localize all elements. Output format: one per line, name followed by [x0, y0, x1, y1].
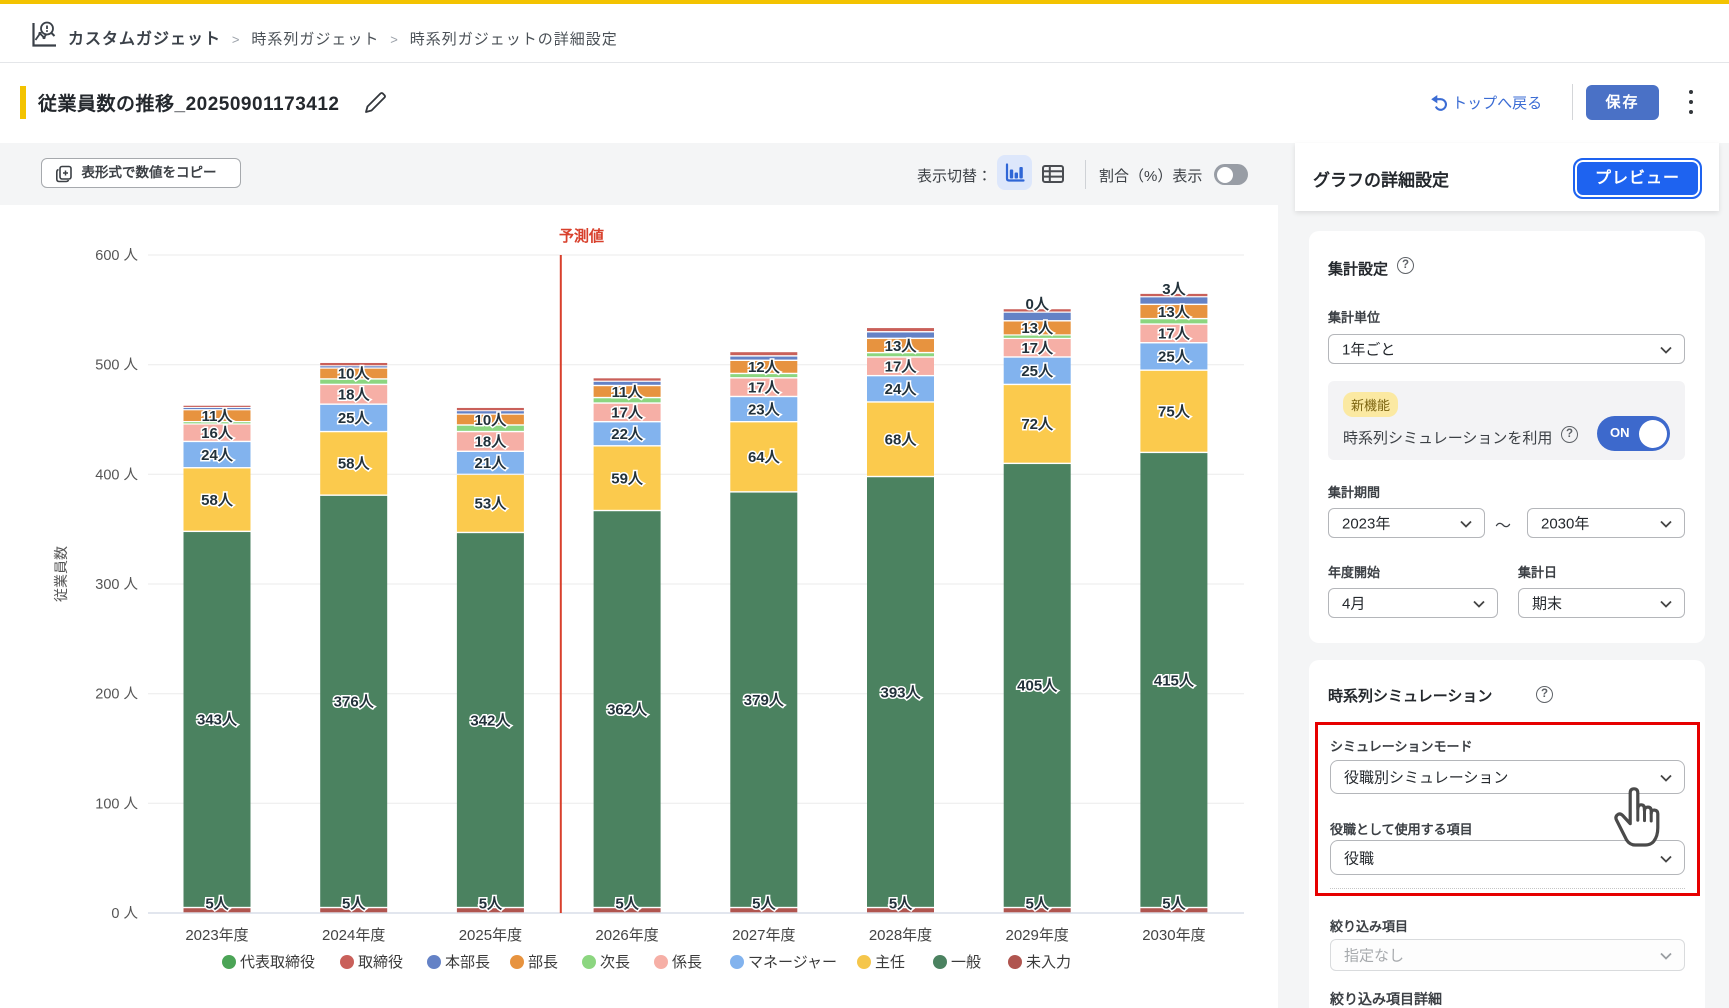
svg-text:22人: 22人 [611, 426, 644, 443]
svg-text:0 人: 0 人 [111, 906, 138, 922]
svg-text:5人: 5人 [752, 895, 776, 912]
svg-text:415人: 415人 [1154, 672, 1195, 689]
svg-text:18人: 18人 [338, 387, 371, 404]
svg-text:5人: 5人 [615, 895, 639, 912]
svg-text:64人: 64人 [748, 449, 781, 466]
svg-text:75人: 75人 [1158, 404, 1191, 421]
svg-text:24人: 24人 [201, 447, 234, 464]
svg-text:342人: 342人 [470, 712, 511, 729]
svg-text:343人: 343人 [197, 712, 238, 729]
svg-text:2024年度: 2024年度 [322, 927, 385, 944]
svg-text:未入力: 未入力 [1026, 954, 1071, 971]
svg-text:68人: 68人 [885, 432, 918, 449]
svg-text:2030年度: 2030年度 [1142, 927, 1205, 944]
svg-text:58人: 58人 [201, 492, 234, 509]
svg-text:393人: 393人 [880, 684, 921, 701]
svg-text:53人: 53人 [475, 496, 508, 513]
svg-text:5人: 5人 [1026, 895, 1050, 912]
svg-text:2027年度: 2027年度 [732, 927, 795, 944]
svg-text:11人: 11人 [612, 384, 644, 401]
svg-text:一般: 一般 [951, 954, 981, 971]
svg-text:13人: 13人 [885, 338, 918, 355]
svg-text:3人: 3人 [1162, 281, 1186, 298]
svg-text:従業員数: 従業員数 [53, 546, 69, 602]
svg-text:代表取締役: 代表取締役 [240, 954, 315, 971]
svg-text:17人: 17人 [1021, 340, 1054, 357]
svg-text:376人: 376人 [334, 694, 375, 711]
svg-text:18人: 18人 [475, 434, 508, 451]
svg-text:本部長: 本部長 [445, 954, 490, 971]
svg-text:17人: 17人 [1158, 326, 1191, 343]
svg-text:2025年度: 2025年度 [459, 927, 522, 944]
svg-text:5人: 5人 [889, 895, 913, 912]
svg-text:23人: 23人 [748, 401, 781, 418]
svg-text:17人: 17人 [885, 359, 918, 376]
svg-text:58人: 58人 [338, 456, 371, 473]
svg-text:17人: 17人 [748, 379, 781, 396]
svg-text:2028年度: 2028年度 [869, 927, 932, 944]
svg-text:16人: 16人 [201, 425, 234, 442]
svg-text:13人: 13人 [1158, 304, 1191, 321]
svg-text:25人: 25人 [1158, 349, 1191, 366]
svg-text:部長: 部長 [528, 954, 558, 971]
svg-text:取締役: 取締役 [358, 954, 403, 971]
svg-text:次長: 次長 [600, 954, 630, 971]
svg-text:予測値: 予測値 [559, 227, 604, 245]
svg-text:マネージャー: マネージャー [748, 954, 837, 971]
svg-text:362人: 362人 [607, 701, 648, 718]
svg-text:12人: 12人 [748, 359, 781, 376]
svg-text:600 人: 600 人 [95, 248, 138, 264]
svg-text:100 人: 100 人 [95, 796, 138, 812]
svg-text:2029年度: 2029年度 [1006, 927, 1069, 944]
svg-text:2023年度: 2023年度 [185, 927, 248, 944]
svg-text:405人: 405人 [1017, 678, 1058, 695]
svg-text:300 人: 300 人 [95, 577, 138, 593]
svg-text:59人: 59人 [611, 471, 644, 488]
svg-text:25人: 25人 [1021, 363, 1054, 380]
svg-text:10人: 10人 [338, 366, 371, 383]
svg-text:5人: 5人 [205, 895, 229, 912]
svg-text:21人: 21人 [475, 455, 508, 472]
svg-text:11人: 11人 [202, 408, 234, 425]
svg-text:10人: 10人 [475, 412, 508, 429]
svg-text:17人: 17人 [611, 405, 644, 422]
svg-text:係長: 係長 [672, 954, 702, 971]
svg-text:500 人: 500 人 [95, 358, 138, 374]
svg-text:400 人: 400 人 [95, 467, 138, 483]
svg-text:13人: 13人 [1021, 320, 1054, 337]
svg-text:5人: 5人 [342, 895, 366, 912]
svg-text:5人: 5人 [1162, 895, 1186, 912]
svg-text:25人: 25人 [338, 410, 371, 427]
svg-text:379人: 379人 [744, 692, 785, 709]
svg-text:2026年度: 2026年度 [595, 927, 658, 944]
svg-text:24人: 24人 [885, 381, 918, 398]
svg-text:72人: 72人 [1021, 416, 1054, 433]
svg-text:0人: 0人 [1026, 296, 1050, 313]
svg-text:主任: 主任 [875, 954, 905, 971]
svg-text:5人: 5人 [479, 895, 503, 912]
svg-text:200 人: 200 人 [95, 687, 138, 703]
